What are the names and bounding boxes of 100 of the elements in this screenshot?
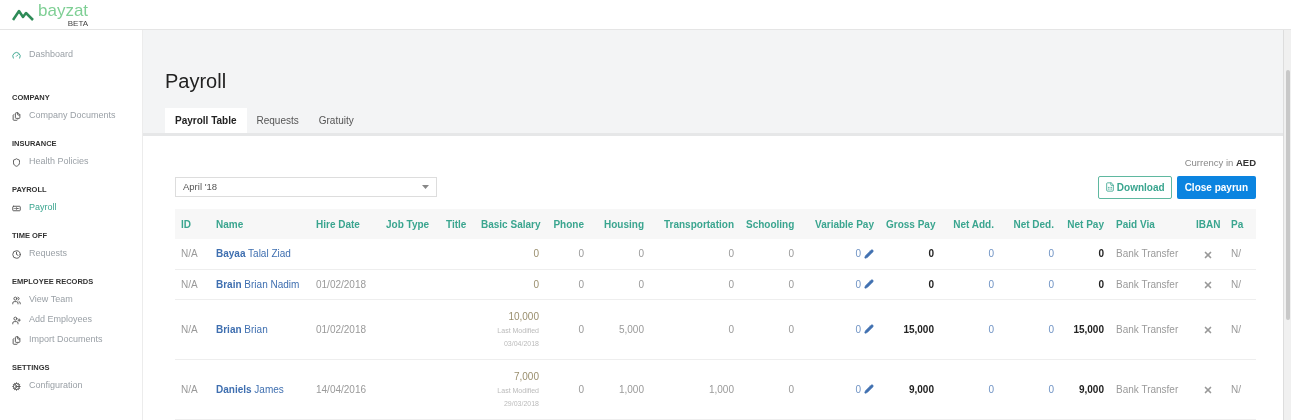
sidebar-item[interactable]: Requests — [0, 244, 142, 264]
table-cell: 0 — [1048, 248, 1054, 260]
table-cell: N/ — [1231, 248, 1241, 260]
table-cell: 0 — [1098, 248, 1104, 260]
sidebar-item[interactable]: Configuration — [0, 376, 142, 396]
sidebar-item[interactable]: Company Documents — [0, 106, 142, 126]
spreadsheet-icon — [1104, 182, 1115, 192]
table-cell-text: 0 — [855, 247, 861, 262]
column-header: Variable Pay — [800, 209, 880, 239]
table-cell: 0 — [988, 323, 994, 335]
tab[interactable]: Requests — [246, 108, 309, 133]
table-cell: 1,000 — [618, 383, 644, 395]
table-cell: Bank Transfer — [1116, 248, 1179, 260]
table-cell: 15,000 — [903, 323, 934, 335]
table-cell: 0 — [1048, 323, 1054, 335]
column-header: Basic Salary — [475, 209, 545, 239]
column-header: ID — [175, 209, 210, 239]
column-header: Housing — [590, 209, 650, 239]
table-cell: 0 — [638, 278, 644, 290]
table-cell-text: 7,000 — [513, 369, 539, 384]
table-cell: N/A — [181, 248, 198, 260]
logo-text: bayzat — [38, 1, 89, 20]
documents-icon — [12, 335, 21, 345]
documents-icon — [12, 111, 21, 121]
edit-icon[interactable] — [864, 384, 874, 394]
close-payrun-button[interactable]: Close payrun — [1176, 175, 1256, 199]
table-cell: 0 — [988, 278, 994, 290]
employee-name-link[interactable]: Bayaa Talal Ziad — [216, 248, 291, 260]
table-cell: N/A — [181, 323, 198, 335]
table-cell-text: 0 — [533, 277, 539, 292]
table-cell: 0 — [1098, 278, 1104, 290]
table-cell: 0 — [988, 383, 994, 395]
logo-icon — [12, 8, 34, 21]
edit-icon[interactable] — [864, 279, 874, 289]
sidebar-item[interactable]: Health Policies — [0, 152, 142, 172]
table-cell: 0 — [638, 248, 644, 260]
table-cell: 0 — [728, 323, 734, 335]
sidebar-item[interactable]: Dashboard — [0, 45, 142, 65]
table-cell: 0 — [1048, 278, 1054, 290]
column-header: Name — [210, 209, 310, 239]
table-cell: 9,000 — [1078, 383, 1104, 395]
table-cell: N/ — [1231, 323, 1241, 335]
column-header: Title — [440, 209, 475, 239]
table-cell: N/ — [1231, 278, 1241, 290]
beta-label: BETA — [67, 20, 89, 28]
employee-name-link[interactable]: Brian Brian — [216, 323, 268, 335]
table-cell: 0 — [578, 278, 584, 290]
table-cell: Bank Transfer — [1116, 323, 1179, 335]
column-header: Pa — [1225, 209, 1256, 239]
column-header: Transportation — [650, 209, 740, 239]
column-header: IBAN — [1190, 209, 1225, 239]
period-dropdown[interactable]: April '18 — [175, 177, 437, 197]
sidebar-item[interactable]: Import Documents — [0, 330, 142, 350]
edit-icon[interactable] — [864, 248, 874, 259]
table-cell: Bank Transfer — [1116, 278, 1179, 290]
table-cell-text: 0 — [855, 322, 861, 337]
settings-icon — [12, 381, 21, 391]
table-cell: 15,000 — [1073, 323, 1104, 335]
column-header: Net Ded. — [1000, 209, 1060, 239]
table-cell: 0 — [578, 323, 584, 335]
column-header: Hire Date — [310, 209, 380, 239]
currency-label: Currency in AED — [1184, 155, 1256, 170]
table-cell: N/A — [181, 278, 198, 290]
column-header: Phone — [545, 209, 590, 239]
tab[interactable]: Payroll Table — [165, 108, 247, 133]
people-icon — [12, 295, 21, 305]
table-cell: 01/02/2018 — [316, 323, 367, 335]
table-cell: 0 — [988, 248, 994, 260]
caret-icon — [422, 185, 429, 189]
table-cell: N/A — [181, 383, 198, 395]
edit-icon[interactable] — [864, 324, 874, 334]
table-cell: 14/04/2016 — [316, 383, 367, 395]
table-cell-text: 0 — [855, 382, 861, 397]
gauge-icon — [12, 50, 21, 60]
employee-name-link[interactable]: Brain Brian Nadim — [216, 278, 300, 290]
tab[interactable]: Gratuity — [308, 108, 364, 133]
shield-icon — [12, 157, 21, 167]
table-cell: Bank Transfer — [1116, 383, 1179, 395]
table-cell: N/ — [1231, 383, 1241, 395]
table-cell: 0 — [788, 383, 794, 395]
table-cell-text: 10,000 — [508, 309, 539, 324]
table-cell: 0 — [1048, 383, 1054, 395]
table-cell-text: 0 — [533, 247, 539, 262]
employee-name-link[interactable]: Daniels James — [216, 383, 284, 395]
page-title: Payroll — [165, 69, 228, 94]
table-cell: 0 — [578, 383, 584, 395]
sidebar-item[interactable]: Payroll — [0, 198, 142, 218]
table-cell: 0 — [788, 248, 794, 260]
table-cell: 0 — [578, 248, 584, 260]
table-cell: 0 — [928, 278, 934, 290]
banknote-icon — [12, 203, 21, 213]
add-user-icon — [12, 315, 21, 325]
table-cell: 0 — [788, 323, 794, 335]
table-cell: 0 — [928, 248, 934, 260]
column-header: Gross Pay — [880, 209, 940, 239]
download-button[interactable]: Download — [1097, 175, 1172, 199]
clock-icon — [12, 249, 21, 259]
sidebar-item[interactable]: Add Employees — [0, 310, 142, 330]
column-header: Job Type — [380, 209, 440, 239]
sidebar-item[interactable]: View Team — [0, 290, 142, 310]
